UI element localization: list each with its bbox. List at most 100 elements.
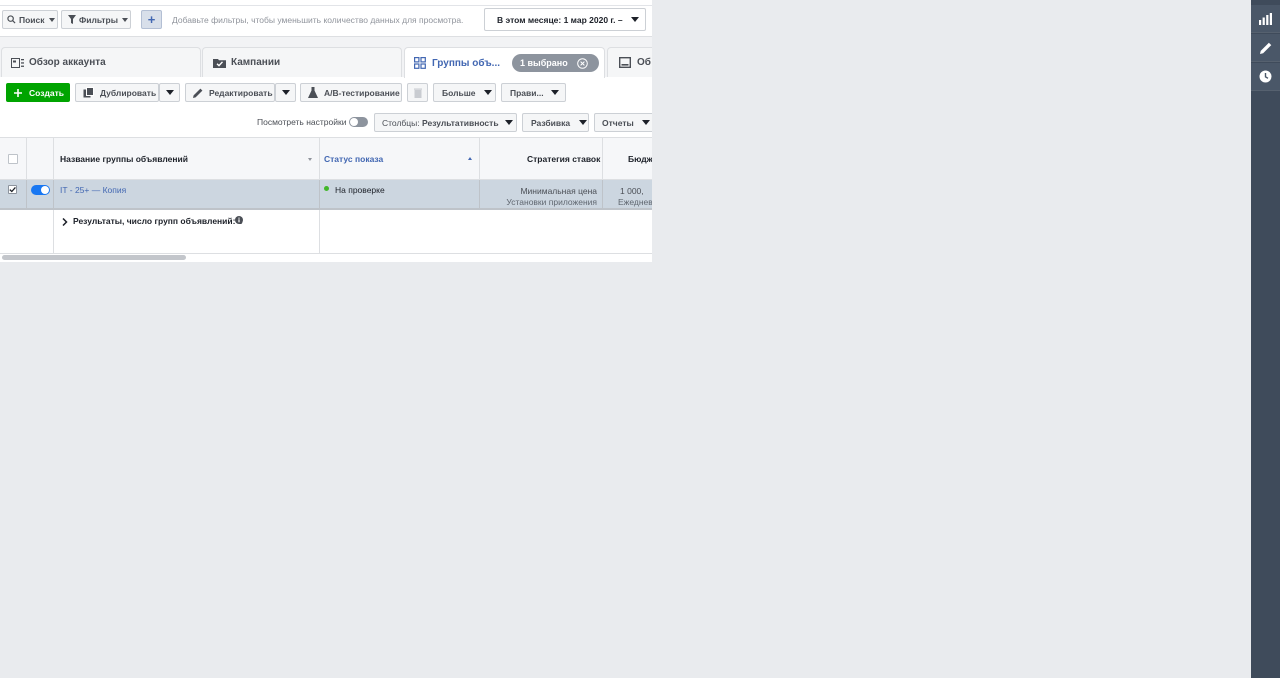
- add-filter-button[interactable]: +: [141, 10, 162, 29]
- chevron-down-icon: [281, 90, 290, 95]
- pencil-icon: [1259, 42, 1271, 54]
- ad-set-name-link[interactable]: IT - 25+ — Копия: [60, 185, 126, 195]
- edit-dropdown[interactable]: [275, 83, 296, 102]
- more-button[interactable]: Больше: [433, 83, 496, 102]
- check-icon: [9, 186, 16, 193]
- chevron-down-icon: [504, 120, 513, 125]
- sort-caret-icon[interactable]: [308, 158, 312, 161]
- date-range-picker[interactable]: В этом месяце: 1 мар 2020 г. –: [484, 8, 646, 31]
- close-icon[interactable]: [576, 57, 588, 69]
- grid-icon: [414, 57, 426, 69]
- columns-button[interactable]: Столбцы: Результативность: [374, 113, 517, 132]
- column-header-bid-strategy[interactable]: Стратегия ставок: [527, 154, 600, 164]
- chevron-down-icon: [483, 90, 492, 95]
- chevron-down-icon: [641, 120, 650, 125]
- status-dot-icon: [324, 186, 329, 191]
- tab-label: Об: [637, 57, 651, 68]
- tab-account-overview[interactable]: Обзор аккаунта: [1, 47, 201, 77]
- duplicate-button[interactable]: Дублировать: [75, 83, 159, 102]
- plus-icon: [14, 88, 22, 97]
- filters-label: Фильтры: [79, 14, 118, 25]
- select-all-checkbox[interactable]: [8, 154, 18, 164]
- chevron-down-icon: [550, 90, 559, 95]
- view-toolbar: Посмотреть настройки Столбцы: Результати…: [0, 108, 652, 136]
- filter-placeholder[interactable]: Добавьте фильтры, чтобы уменьшить количе…: [172, 15, 463, 25]
- filter-bar: Поиск Фильтры + Добавьте фильтры, чтобы …: [0, 6, 652, 37]
- right-rail: [1251, 0, 1280, 678]
- tab-campaigns[interactable]: Кампании: [202, 47, 402, 77]
- budget-value: 1 000,: [620, 186, 644, 196]
- search-button[interactable]: Поиск: [2, 10, 58, 29]
- tab-label: Кампании: [231, 57, 281, 68]
- tab-label: Группы объ...: [432, 57, 501, 69]
- delivery-status: На проверке: [335, 185, 385, 195]
- chevron-down-icon: [630, 17, 639, 22]
- trash-icon: [413, 88, 422, 98]
- duplicate-dropdown[interactable]: [159, 83, 180, 102]
- toggle-knob: [350, 118, 358, 126]
- row-checkbox[interactable]: [8, 185, 17, 194]
- chevron-down-icon: [121, 17, 128, 22]
- bid-strategy: Минимальная цена: [520, 186, 597, 196]
- search-label: Поиск: [19, 14, 45, 25]
- pencil-icon: [193, 88, 203, 98]
- reports-button[interactable]: Отчеты: [594, 113, 652, 132]
- toggle-knob: [41, 186, 49, 194]
- info-icon[interactable]: [235, 216, 243, 224]
- breakdown-button[interactable]: Разбивка: [522, 113, 589, 132]
- filters-button[interactable]: Фильтры: [61, 10, 131, 29]
- search-icon: [7, 15, 16, 24]
- duplicate-label: Дублировать: [100, 87, 157, 98]
- more-label: Больше: [442, 87, 476, 98]
- column-header-name[interactable]: Название группы объявлений: [60, 154, 188, 164]
- tab-label: Обзор аккаунта: [29, 57, 106, 68]
- chevron-right-icon[interactable]: [62, 218, 68, 226]
- rail-history-button[interactable]: [1251, 63, 1280, 91]
- table-header: Название группы объявлений Статус показа…: [0, 137, 652, 180]
- rules-button[interactable]: Прави...: [501, 83, 566, 102]
- folder-check-icon: [213, 59, 226, 68]
- chevron-down-icon: [579, 120, 588, 125]
- summary-row: Результаты, число групп объявлений: 3: [0, 210, 652, 254]
- clock-icon: [1259, 70, 1272, 83]
- sort-ascending-icon[interactable]: [468, 157, 472, 160]
- chevron-down-icon: [165, 90, 174, 95]
- table-row[interactable]: IT - 25+ — Копия На проверке Минимальная…: [0, 180, 652, 210]
- ab-test-label: A/B-тестирование: [324, 87, 400, 98]
- status-toggle[interactable]: [31, 185, 50, 195]
- rules-label: Прави...: [510, 87, 544, 98]
- horizontal-scrollbar[interactable]: [2, 255, 186, 260]
- bar-chart-icon: [1259, 12, 1272, 25]
- column-header-budget[interactable]: Бюдж: [628, 154, 652, 164]
- edit-label: Редактировать: [209, 87, 273, 98]
- breakdown-label: Разбивка: [531, 117, 571, 128]
- account-overview-icon: [11, 57, 24, 68]
- edit-button[interactable]: Редактировать: [185, 83, 275, 102]
- duplicate-icon: [83, 87, 94, 98]
- view-settings-toggle[interactable]: [349, 117, 368, 127]
- add-filter-label: +: [147, 12, 156, 27]
- column-header-status[interactable]: Статус показа: [324, 154, 383, 164]
- ab-test-button[interactable]: A/B-тестирование: [300, 83, 402, 102]
- chevron-down-icon: [48, 17, 55, 22]
- columns-value: Результативность: [422, 117, 499, 128]
- create-button[interactable]: Создать: [6, 83, 70, 102]
- date-range-label: В этом месяце: 1 мар 2020 г. –: [497, 14, 623, 25]
- rail-reports-button[interactable]: [1251, 5, 1280, 33]
- ad-icon: [619, 57, 631, 68]
- create-label: Создать: [29, 87, 64, 98]
- optimization-goal: Установки приложения: [506, 197, 597, 207]
- delete-button[interactable]: [407, 83, 428, 102]
- rail-edit-button[interactable]: [1251, 34, 1280, 62]
- summary-label: Результаты, число групп объявлений: 3: [73, 216, 243, 226]
- view-settings-label: Посмотреть настройки: [257, 117, 347, 127]
- budget-type: Ежеднев: [618, 197, 652, 207]
- funnel-icon: [68, 15, 76, 24]
- tab-ads[interactable]: Об: [607, 47, 652, 77]
- reports-label: Отчеты: [602, 117, 634, 128]
- selection-pill[interactable]: 1 выбрано: [512, 54, 599, 72]
- selection-count: 1 выбрано: [520, 58, 568, 68]
- actions-toolbar: Создать Дублировать Редактировать A/B-те…: [0, 78, 652, 106]
- flask-icon: [308, 87, 318, 98]
- columns-prefix: Столбцы:: [382, 117, 423, 128]
